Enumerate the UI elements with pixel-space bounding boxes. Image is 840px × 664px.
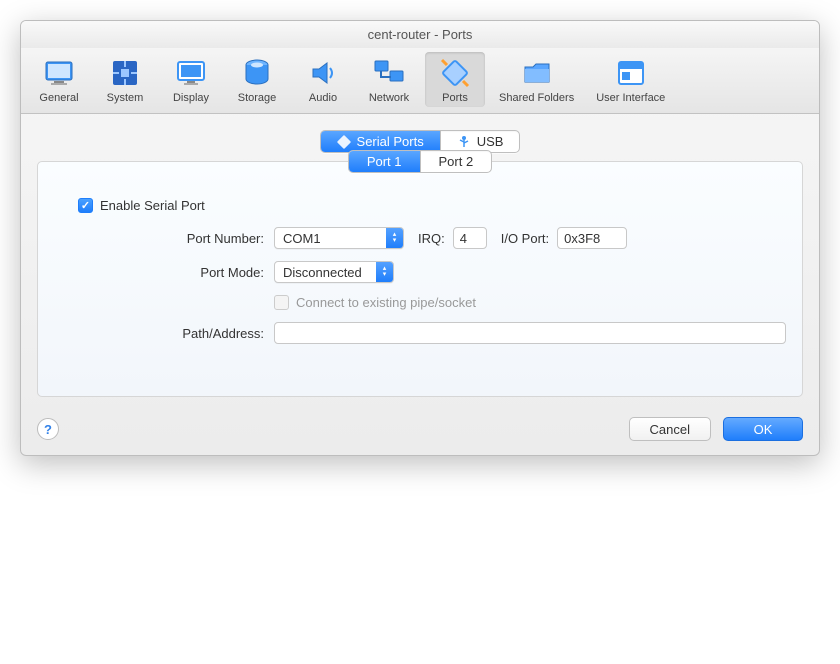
cancel-button[interactable]: Cancel [629, 417, 711, 441]
audio-icon [307, 56, 339, 90]
path-address-row: Path/Address: [54, 322, 786, 344]
toolbar-display[interactable]: Display [161, 52, 221, 107]
enable-serial-port-label: Enable Serial Port [100, 198, 205, 213]
toolbar-label: Audio [309, 92, 337, 104]
connect-pipe-row: Connect to existing pipe/socket [54, 295, 786, 310]
port-mode-select[interactable]: Disconnected [274, 261, 394, 283]
port-number-tabs: Port 1 Port 2 [348, 150, 492, 173]
toolbar-system[interactable]: System [95, 52, 155, 107]
tab-port-1[interactable]: Port 1 [349, 151, 421, 172]
usb-icon [457, 135, 471, 149]
tab-usb[interactable]: USB [441, 131, 520, 152]
connect-pipe-checkbox [274, 295, 289, 310]
dialog-footer: ? Cancel OK [21, 409, 819, 455]
path-address-input[interactable] [274, 322, 786, 344]
toolbar-label: General [39, 92, 78, 104]
tab-serial-ports[interactable]: Serial Ports [321, 131, 441, 152]
storage-icon [241, 56, 273, 90]
stepper-arrows-icon [386, 228, 403, 248]
toolbar-label: Shared Folders [499, 92, 574, 104]
toolbar-audio[interactable]: Audio [293, 52, 353, 107]
enable-serial-port-row: Enable Serial Port [54, 198, 786, 213]
toolbar-label: User Interface [596, 92, 665, 104]
toolbar: General System Display Storage Audio [21, 48, 819, 114]
help-button[interactable]: ? [37, 418, 59, 440]
folder-icon [521, 56, 553, 90]
connect-pipe-label: Connect to existing pipe/socket [296, 295, 476, 310]
tab-label: USB [477, 134, 504, 149]
port-number-label: Port Number: [54, 231, 274, 246]
enable-serial-port-checkbox[interactable] [78, 198, 93, 213]
tab-label: Port 1 [367, 154, 402, 169]
ui-icon [615, 56, 647, 90]
toolbar-label: Ports [442, 92, 468, 104]
tab-port-2[interactable]: Port 2 [421, 151, 492, 172]
port-number-value: COM1 [283, 231, 321, 246]
serial-icon [337, 135, 351, 149]
ports-icon [439, 56, 471, 90]
irq-label: IRQ: [418, 231, 445, 246]
settings-window: cent-router - Ports General System Displ… [20, 20, 820, 456]
stepper-arrows-icon [376, 262, 393, 282]
toolbar-user-interface[interactable]: User Interface [588, 52, 673, 107]
system-icon [109, 56, 141, 90]
port-mode-value: Disconnected [283, 265, 362, 280]
irq-input[interactable]: 4 [453, 227, 487, 249]
window-title: cent-router - Ports [21, 21, 819, 48]
toolbar-general[interactable]: General [29, 52, 89, 107]
toolbar-label: Network [369, 92, 409, 104]
toolbar-label: Storage [238, 92, 277, 104]
toolbar-network[interactable]: Network [359, 52, 419, 107]
toolbar-label: System [107, 92, 144, 104]
io-port-input[interactable]: 0x3F8 [557, 227, 627, 249]
toolbar-storage[interactable]: Storage [227, 52, 287, 107]
toolbar-label: Display [173, 92, 209, 104]
port-number-select[interactable]: COM1 [274, 227, 404, 249]
io-port-label: I/O Port: [501, 231, 549, 246]
port-mode-row: Port Mode: Disconnected [54, 261, 786, 283]
path-address-label: Path/Address: [54, 326, 274, 341]
io-port-value: 0x3F8 [564, 231, 600, 246]
tab-label: Port 2 [439, 154, 474, 169]
ok-button[interactable]: OK [723, 417, 803, 441]
port-number-row: Port Number: COM1 IRQ: 4 I/O Port: 0x3F8 [54, 227, 786, 249]
content-area: Serial Ports USB Port 1 Port 2 [21, 114, 819, 409]
tab-label: Serial Ports [357, 134, 424, 149]
network-icon [373, 56, 405, 90]
general-icon [43, 56, 75, 90]
display-icon [175, 56, 207, 90]
irq-value: 4 [460, 231, 467, 246]
serial-ports-panel: Port 1 Port 2 Enable Serial Port Port Nu… [37, 161, 803, 397]
port-mode-label: Port Mode: [54, 265, 274, 280]
toolbar-shared-folders[interactable]: Shared Folders [491, 52, 582, 107]
toolbar-ports[interactable]: Ports [425, 52, 485, 107]
